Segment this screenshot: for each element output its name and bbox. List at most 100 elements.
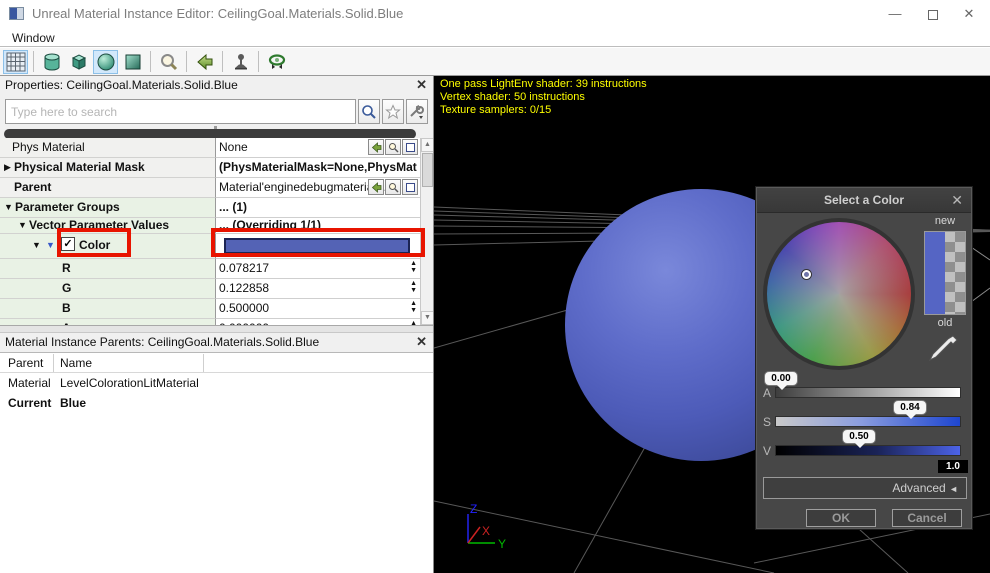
green-arrow-icon <box>371 141 381 153</box>
value-spinner[interactable]: ▲▼ <box>410 300 417 314</box>
annotation-box-color-swatch <box>211 228 425 257</box>
toggle-background-grid-button[interactable] <box>3 49 28 74</box>
menu-window[interactable]: Window <box>8 30 59 46</box>
channel-label: G <box>62 281 72 295</box>
value-slider[interactable] <box>775 445 961 456</box>
minimize-button[interactable]: — <box>878 0 912 28</box>
eyedropper-icon[interactable] <box>926 333 960 367</box>
app-icon <box>9 7 24 20</box>
column-divider[interactable] <box>53 354 54 372</box>
preview-sphere-button[interactable] <box>93 49 118 74</box>
value-spinner[interactable]: ▲▼ <box>410 260 417 274</box>
property-row-channel-b[interactable]: B 0.500000 ▲ ▼ <box>0 299 420 319</box>
color-wheel[interactable] <box>767 222 911 366</box>
dialog-close-icon[interactable]: ✕ <box>951 192 963 209</box>
use-selected-button[interactable] <box>368 139 384 155</box>
show-all-parameters-button[interactable] <box>228 50 253 74</box>
advanced-arrow-icon: ◄ <box>949 484 958 494</box>
property-row-channel-g[interactable]: G 0.122858 ▲ ▼ <box>0 279 420 299</box>
clear-button[interactable] <box>402 179 418 195</box>
column-divider[interactable] <box>203 354 204 372</box>
favorites-button[interactable] <box>382 99 404 124</box>
browse-button[interactable] <box>385 179 401 195</box>
new-old-color-swatch[interactable] <box>924 231 966 315</box>
channel-value: 0.500000 <box>219 301 270 315</box>
panel-splitter[interactable] <box>0 325 433 332</box>
spinner-up-icon[interactable]: ▲ <box>410 260 417 267</box>
spinner-down-icon[interactable]: ▼ <box>410 287 417 294</box>
preview-cube-button[interactable] <box>66 50 91 74</box>
spinner-up-icon[interactable]: ▲ <box>410 300 417 307</box>
sync-material-button[interactable] <box>264 50 289 74</box>
table-row[interactable]: Material LevelColorationLitMaterial <box>0 373 433 393</box>
preview-plane-button[interactable] <box>120 50 145 74</box>
property-name: Parent <box>14 180 52 194</box>
properties-panel-header: Properties: CeilingGoal.Materials.Solid.… <box>0 76 433 95</box>
green-swirl-icon <box>268 53 285 69</box>
toolbar-separator <box>222 51 223 72</box>
spinner-down-icon[interactable]: ▼ <box>410 307 417 314</box>
advanced-label: Advanced <box>892 481 946 495</box>
column-header-name[interactable]: Name <box>60 356 92 370</box>
range-max-badge: 1.0 <box>938 460 968 473</box>
channel-value: 0.122858 <box>219 281 270 295</box>
clear-button[interactable] <box>402 139 418 155</box>
property-row-parent[interactable]: Parent Material'enginedebugmaterials.L <box>0 178 420 198</box>
search-input[interactable] <box>5 99 356 124</box>
table-row-current[interactable]: Current Blue <box>0 393 433 413</box>
alpha-slider[interactable] <box>775 387 961 398</box>
advanced-toggle[interactable]: Advanced ◄ <box>763 477 967 499</box>
transparency-checker <box>945 232 965 314</box>
maximize-button[interactable] <box>916 0 950 28</box>
toolbar-separator <box>258 51 259 72</box>
browse-button[interactable] <box>385 139 401 155</box>
grid-icon <box>6 52 25 71</box>
toolbar <box>0 48 990 76</box>
collapse-icon[interactable]: ▼ <box>4 202 13 212</box>
use-selected-button[interactable] <box>368 179 384 195</box>
new-color-label: new <box>934 215 956 227</box>
expand-icon[interactable]: ▶ <box>4 162 11 173</box>
spinner-down-icon[interactable]: ▼ <box>410 267 417 274</box>
preview-cylinder-button[interactable] <box>39 50 64 74</box>
column-header-parent[interactable]: Parent <box>8 356 43 370</box>
search-button[interactable] <box>358 99 380 124</box>
collapse-icon[interactable]: ▼ <box>32 240 41 250</box>
parents-panel-header: Material Instance Parents: CeilingGoal.M… <box>0 332 433 351</box>
property-row-phys-material[interactable]: Phys Material None <box>0 138 420 158</box>
ok-button[interactable]: OK <box>806 509 876 527</box>
close-button[interactable]: ✕ <box>952 0 986 28</box>
alpha-value-bubble[interactable]: 0.00 <box>764 371 798 390</box>
collapse-icon[interactable]: ▼ <box>18 220 27 230</box>
property-row-parameter-groups[interactable]: ▼ Parameter Groups ... (1) <box>0 198 420 218</box>
dialog-title: Select a Color <box>823 193 905 207</box>
saturation-value-bubble[interactable]: 0.84 <box>893 400 927 419</box>
properties-close-icon[interactable]: ✕ <box>416 77 427 93</box>
parents-close-icon[interactable]: ✕ <box>416 334 427 350</box>
property-row-physical-material-mask[interactable]: ▶ Physical Material Mask (PhysMaterialMa… <box>0 158 420 178</box>
value-spinner[interactable]: ▲▼ <box>410 280 417 294</box>
back-to-parent-button[interactable] <box>192 50 217 74</box>
scrollbar-thumb[interactable] <box>422 153 433 187</box>
color-wheel-selector[interactable] <box>802 270 811 279</box>
magnifier-small-icon <box>388 142 399 153</box>
magnifier-small-icon <box>388 182 399 193</box>
window-title: Unreal Material Instance Editor: Ceiling… <box>32 6 404 21</box>
property-name: Parameter Groups <box>15 200 120 214</box>
square-icon <box>405 142 415 152</box>
value-value-bubble[interactable]: 0.50 <box>842 429 876 448</box>
parent-cell: Current <box>8 396 52 410</box>
spinner-up-icon[interactable]: ▲ <box>410 280 417 287</box>
axis-z-label: Z <box>470 502 477 516</box>
name-cell: Blue <box>60 396 87 410</box>
saturation-slider[interactable] <box>775 416 961 427</box>
realtime-preview-button[interactable] <box>156 50 181 74</box>
property-row-channel-r[interactable]: R 0.078217 ▲ ▼ <box>0 259 420 279</box>
reset-to-default-icon[interactable]: ▼ <box>46 240 55 250</box>
dialog-titlebar[interactable]: Select a Color ✕ <box>757 188 971 213</box>
property-value: ... (1) <box>219 200 248 214</box>
green-arrow-icon <box>371 181 381 193</box>
parents-table: Parent Name Material LevelColorationLitM… <box>0 352 433 573</box>
options-button[interactable] <box>406 99 428 124</box>
cancel-button[interactable]: Cancel <box>892 509 962 527</box>
